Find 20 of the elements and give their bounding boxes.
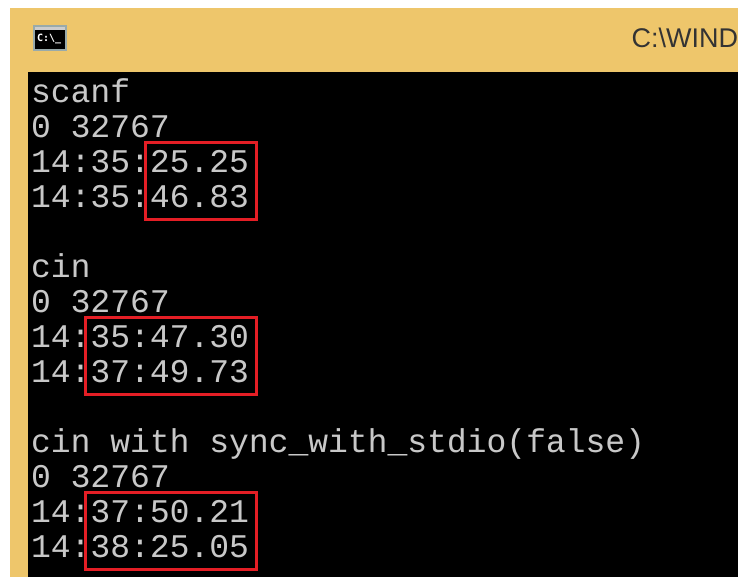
time-prefix: 14:35: bbox=[31, 180, 150, 217]
highlighted-time: 25.25 bbox=[150, 145, 249, 182]
console-icon: C:\_ bbox=[33, 25, 67, 51]
time-prefix: 14: bbox=[31, 355, 90, 392]
time-prefix: 14: bbox=[31, 320, 90, 357]
console-line: scanf bbox=[31, 75, 130, 112]
highlighted-time: 37:50.21 bbox=[90, 495, 249, 532]
console-line: 0 32767 bbox=[31, 110, 170, 147]
console-line: 0 32767 bbox=[31, 285, 170, 322]
window-title: C:\WIND bbox=[632, 22, 738, 54]
time-prefix: 14: bbox=[31, 530, 90, 567]
console-line: 0 32767 bbox=[31, 460, 170, 497]
console-line: cin with sync_with_stdio(false) bbox=[31, 425, 645, 462]
highlighted-time: 35:47.30 bbox=[90, 320, 249, 357]
highlighted-time: 37:49.73 bbox=[90, 355, 249, 392]
highlighted-time: 46.83 bbox=[150, 180, 249, 217]
time-prefix: 14: bbox=[31, 495, 90, 532]
console-line: cin bbox=[31, 250, 90, 287]
time-prefix: 14:35: bbox=[31, 145, 150, 182]
highlighted-time: 38:25.05 bbox=[90, 530, 249, 567]
